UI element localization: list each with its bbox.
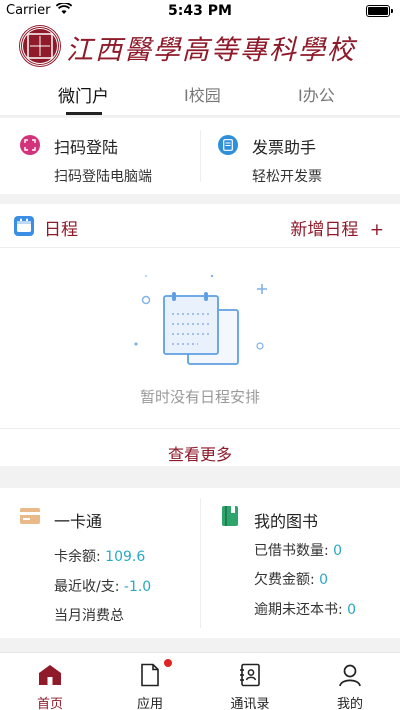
invoice-icon (218, 135, 238, 155)
apps-badge-dot (164, 659, 172, 667)
card-balance-label: 卡余额: (54, 549, 101, 565)
view-more-button[interactable]: 查看更多 (0, 428, 400, 466)
library-owed-value: 0 (319, 572, 329, 588)
tabbar-apps[interactable]: 应用 (100, 653, 200, 710)
tabbar-home[interactable]: 首页 (0, 653, 100, 710)
library-borrowed-value: 0 (333, 543, 343, 559)
scan-login-subtitle: 扫码登陆电脑端 (54, 169, 152, 185)
tabbar-contacts[interactable]: 通讯录 (200, 653, 300, 710)
tab-office[interactable]: I办公 (298, 82, 335, 106)
campus-card-title: 一卡通 (54, 512, 103, 531)
schedule-card: 日程 新增日程 + 暂时没有日程安排 查看更多 (0, 204, 400, 466)
book-icon (222, 506, 238, 530)
add-schedule-label: 新增日程 (290, 220, 359, 240)
divider (200, 498, 201, 628)
library-borrowed-row: 已借书数量: 0 (254, 540, 342, 560)
invoice-helper-subtitle: 轻松开发票 (252, 169, 322, 185)
card-icon (20, 508, 40, 528)
empty-schedule-text: 暂时没有日程安排 (139, 388, 260, 406)
empty-schedule-illustration (128, 264, 274, 374)
home-icon (38, 663, 62, 687)
tab-portal[interactable]: 微门户 (58, 82, 109, 107)
card-balance-value: 109.6 (105, 549, 146, 565)
card-recent-value: -1.0 (123, 579, 152, 595)
library-borrowed-label: 已借书数量: (254, 543, 329, 559)
card-balance-row: 卡余额: 109.6 (54, 546, 145, 566)
app-header: 江西醫學高等專科學校 (0, 22, 400, 70)
card-recent-label: 最近收/支: (54, 579, 120, 595)
tab-indicator (66, 112, 102, 115)
library-overdue-label: 逾期未还本书: (254, 602, 343, 618)
info-cards: 一卡通 卡余额: 109.6 最近收/支: -1.0 当月消费总 我的图书 已借… (0, 488, 400, 638)
quick-actions: 扫码登陆 扫码登陆电脑端 发票助手 轻松开发票 (0, 118, 400, 194)
tabbar-apps-label: 应用 (136, 697, 163, 710)
schedule-header: 日程 新增日程 + (0, 204, 400, 248)
tabbar-profile[interactable]: 我的 (300, 653, 400, 710)
top-tabs: 微门户 I校园 I办公 (0, 70, 400, 116)
tabbar-contacts-label: 通讯录 (230, 697, 270, 710)
schedule-title: 日程 (44, 220, 78, 240)
contacts-icon (238, 663, 262, 687)
library-overdue-value: 0 (347, 602, 357, 618)
status-bar: Carrier 5:43 PM (0, 0, 400, 22)
invoice-helper-title: 发票助手 (252, 138, 317, 157)
library-owed-label: 欠费金额: (254, 572, 315, 588)
profile-icon (338, 663, 362, 687)
school-seal-logo (20, 26, 60, 66)
card-month-label: 当月消费总 (54, 608, 124, 624)
divider (200, 130, 201, 182)
tabbar-home-label: 首页 (36, 697, 63, 710)
library-overdue-row: 逾期未还本书: 0 (254, 599, 356, 619)
clock: 5:43 PM (168, 3, 232, 19)
library-title: 我的图书 (254, 512, 319, 531)
calendar-icon (14, 216, 34, 236)
tab-campus[interactable]: I校园 (184, 82, 221, 106)
card-recent-row: 最近收/支: -1.0 (54, 576, 151, 596)
apps-icon (138, 663, 162, 687)
school-name-logo: 江西醫學高等專科學校 (66, 35, 356, 66)
scan-icon (20, 135, 40, 155)
tabbar-profile-label: 我的 (336, 697, 363, 710)
library-owed-row: 欠费金额: 0 (254, 569, 328, 589)
bottom-tab-bar: 首页 应用 通讯录 我的 (0, 652, 400, 710)
battery-icon (366, 5, 393, 17)
scan-login-title: 扫码登陆 (54, 138, 119, 157)
add-schedule-button[interactable]: 新增日程 + (290, 215, 384, 240)
plus-icon: + (369, 220, 384, 240)
